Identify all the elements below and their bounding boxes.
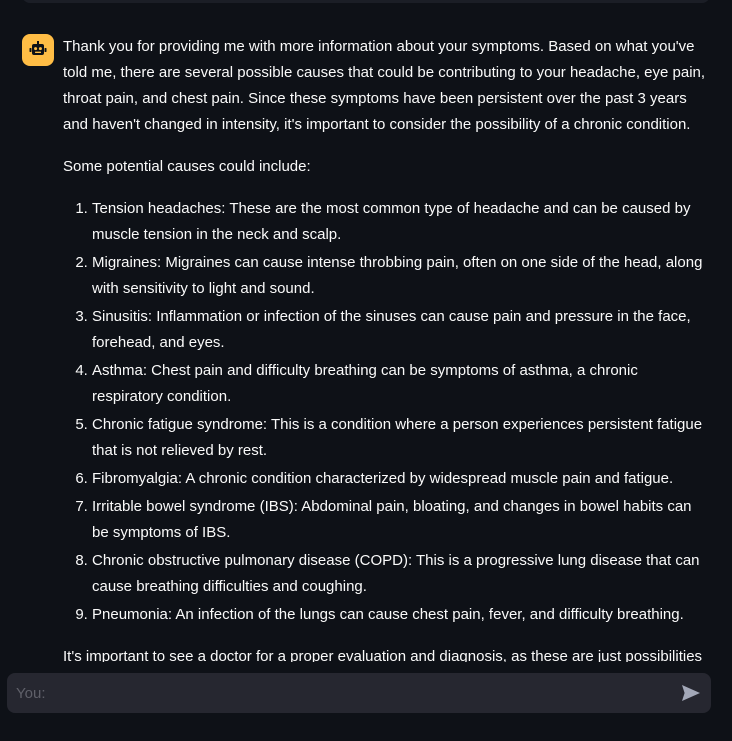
list-item: Migraines: Migraines can cause intense t… (92, 250, 711, 302)
list-item: Asthma: Chest pain and difficulty breath… (92, 358, 711, 410)
list-item: Tension headaches: These are the most co… (92, 196, 711, 248)
send-button[interactable] (671, 673, 711, 713)
assistant-avatar (22, 34, 54, 66)
chat-input-container (7, 673, 711, 713)
chat-input[interactable] (7, 673, 671, 713)
send-arrow-icon (682, 685, 700, 701)
chat-message-area[interactable]: Thank you for providing me with more inf… (0, 0, 732, 662)
robot-icon (29, 41, 47, 55)
chat-app: Thank you for providing me with more inf… (0, 0, 732, 741)
list-item: Sinusitis: Inflammation or infection of … (92, 304, 711, 356)
message-intro: Thank you for providing me with more inf… (63, 38, 706, 133)
list-item: Fibromyalgia: A chronic condition charac… (92, 466, 711, 492)
list-item: Chronic obstructive pulmonary disease (C… (92, 548, 711, 600)
assistant-message: Thank you for providing me with more inf… (22, 34, 712, 662)
list-item: Pneumonia: An infection of the lungs can… (92, 602, 711, 628)
assistant-message-body: Thank you for providing me with more inf… (63, 34, 711, 662)
message-closing: It's important to see a doctor for a pro… (63, 648, 703, 662)
causes-list: Tension headaches: These are the most co… (63, 196, 711, 628)
message-list-heading: Some potential causes could include: (63, 158, 311, 175)
list-item: Chronic fatigue syndrome: This is a cond… (92, 412, 711, 464)
chat-input-bar (0, 662, 732, 741)
list-item: Irritable bowel syndrome (IBS): Abdomina… (92, 494, 711, 546)
previous-message-edge (22, 0, 710, 3)
